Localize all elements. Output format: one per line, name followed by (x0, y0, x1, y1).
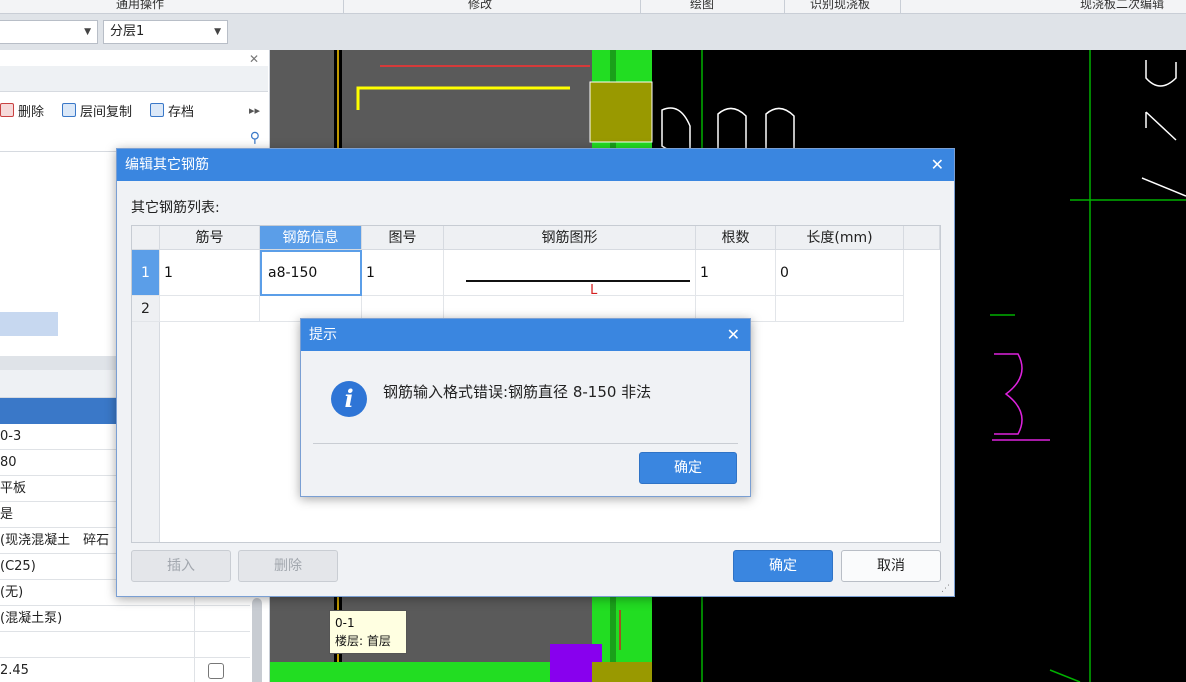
ribbon-separator (640, 0, 641, 14)
column-header-shape[interactable]: 钢筋图形 (444, 226, 696, 250)
ribbon-group-identify-slab[interactable]: 识别现浇板 (810, 0, 870, 12)
property-value: (无) (0, 585, 24, 600)
panel-tabs (0, 66, 268, 92)
close-icon[interactable]: ✕ (727, 319, 740, 351)
property-value: (C25) (0, 559, 36, 574)
cell-shape[interactable]: L (444, 250, 696, 298)
property-value: 80 (0, 455, 17, 470)
property-value: 2.45 (0, 663, 29, 678)
error-alert-dialog: 提示 ✕ i 钢筋输入格式错误:钢筋直径 8-150 非法 确定 (300, 318, 751, 497)
selected-component-item[interactable] (0, 312, 58, 336)
property-value: (现浇混凝土 碎石 (0, 533, 110, 548)
cell-count[interactable]: 1 (696, 250, 776, 296)
more-icon[interactable]: ▸▸ (249, 104, 260, 117)
selector-bar: ▼ 分层1 ▼ (0, 14, 1186, 50)
resize-grip-icon[interactable]: ⋰ (941, 584, 950, 594)
property-checkbox[interactable] (208, 663, 224, 679)
header-filler (904, 226, 940, 250)
row-index[interactable]: 1 (132, 250, 160, 296)
cell-bar-no[interactable] (160, 296, 260, 322)
rebar-list-label: 其它钢筋列表: (131, 200, 220, 216)
chevron-down-icon: ▼ (214, 27, 221, 37)
hover-tooltip: 0-1 楼层: 首层 (329, 610, 407, 654)
ribbon-separator (343, 0, 344, 14)
archive-button[interactable]: 存档 (150, 101, 194, 120)
cell-divider (194, 606, 195, 632)
row-index[interactable]: 2 (132, 296, 160, 322)
dimension-glyph (1145, 111, 1177, 141)
cell-length[interactable] (776, 296, 904, 322)
archive-icon (150, 103, 165, 117)
alert-title: 提示 (301, 319, 750, 351)
column-header-rebar-info[interactable]: 钢筋信息 (260, 226, 362, 250)
olive-column (592, 662, 652, 682)
copy-between-floors-button[interactable]: 层间复制 (62, 101, 132, 120)
ok-button[interactable]: 确定 (733, 550, 833, 582)
cell-rebar-info-input[interactable]: a8-150 (260, 250, 362, 296)
cell-divider (194, 632, 195, 658)
cell-shape-no[interactable]: 1 (362, 250, 444, 296)
floor-select[interactable]: ▼ (0, 20, 98, 44)
ribbon-group-slab-edit[interactable]: 现浇板二次编辑 (1080, 0, 1164, 12)
dimension-glyph (1145, 60, 1177, 87)
search-icon: ⚲ (249, 130, 260, 146)
chevron-down-icon: ▼ (84, 27, 91, 37)
dimension-glyph (717, 107, 747, 151)
layer-select[interactable]: 分层1 ▼ (103, 20, 228, 44)
property-scrollbar[interactable] (252, 598, 262, 682)
cell-divider (194, 658, 195, 682)
delete-button-label: 删除 (18, 104, 45, 120)
dialog-title: 编辑其它钢筋 (117, 149, 954, 181)
delete-row-button[interactable]: 删除 (238, 550, 338, 582)
cancel-button[interactable]: 取消 (841, 550, 941, 582)
alert-message: 钢筋输入格式错误:钢筋直径 8-150 非法 (383, 383, 652, 401)
layer-select-value: 分层1 (110, 24, 145, 39)
magenta-label-glyph (994, 353, 1023, 435)
dimension-glyph (765, 107, 795, 151)
dimension-glyph (1141, 177, 1186, 197)
close-icon[interactable]: ✕ (249, 52, 259, 66)
property-row[interactable] (0, 632, 250, 658)
ribbon-separator (900, 0, 901, 14)
copy-button-label: 层间复制 (80, 104, 133, 120)
alert-divider (313, 443, 738, 444)
property-value: (混凝土泵) (0, 611, 63, 626)
ribbon-group-modify[interactable]: 修改 (468, 0, 492, 12)
delete-icon (0, 103, 14, 117)
insert-button[interactable]: 插入 (131, 550, 231, 582)
property-value: 平板 (0, 481, 27, 496)
ribbon-separator (784, 0, 785, 14)
close-icon[interactable]: ✕ (931, 149, 944, 181)
alert-ok-button[interactable]: 确定 (639, 452, 737, 484)
property-row[interactable]: 2.45 (0, 658, 250, 682)
property-value: 是 (0, 507, 14, 522)
ribbon-group-general[interactable]: 通用操作 (116, 0, 164, 12)
archive-button-label: 存档 (168, 104, 195, 120)
copy-icon (62, 103, 77, 117)
corner-header (132, 226, 160, 250)
column-header-bar-no[interactable]: 筋号 (160, 226, 260, 250)
tooltip-line: 楼层: 首层 (335, 634, 391, 648)
ribbon: 通用操作 修改 绘图 识别现浇板 现浇板二次编辑 (0, 0, 1186, 14)
cell-length[interactable]: 0 (776, 250, 904, 296)
column-header-count[interactable]: 根数 (696, 226, 776, 250)
panel-toolbar: 删除 层间复制 存档 ▸▸ (0, 96, 268, 124)
rebar-shape-line: L (466, 280, 690, 298)
dimension-glyph (661, 107, 691, 154)
column-header-length[interactable]: 长度(mm) (776, 226, 904, 250)
row-header-strip (132, 322, 160, 542)
property-row[interactable]: (混凝土泵) (0, 606, 250, 632)
cell-bar-no[interactable]: 1 (160, 250, 260, 296)
tooltip-line: 0-1 (335, 616, 355, 630)
info-icon: i (331, 381, 367, 417)
delete-button[interactable]: 删除 (0, 101, 44, 120)
olive-column (589, 81, 653, 143)
property-value: 0-3 (0, 429, 22, 444)
column-header-shape-no[interactable]: 图号 (362, 226, 444, 250)
grid-line (1049, 669, 1081, 682)
ribbon-group-draw[interactable]: 绘图 (690, 0, 714, 12)
